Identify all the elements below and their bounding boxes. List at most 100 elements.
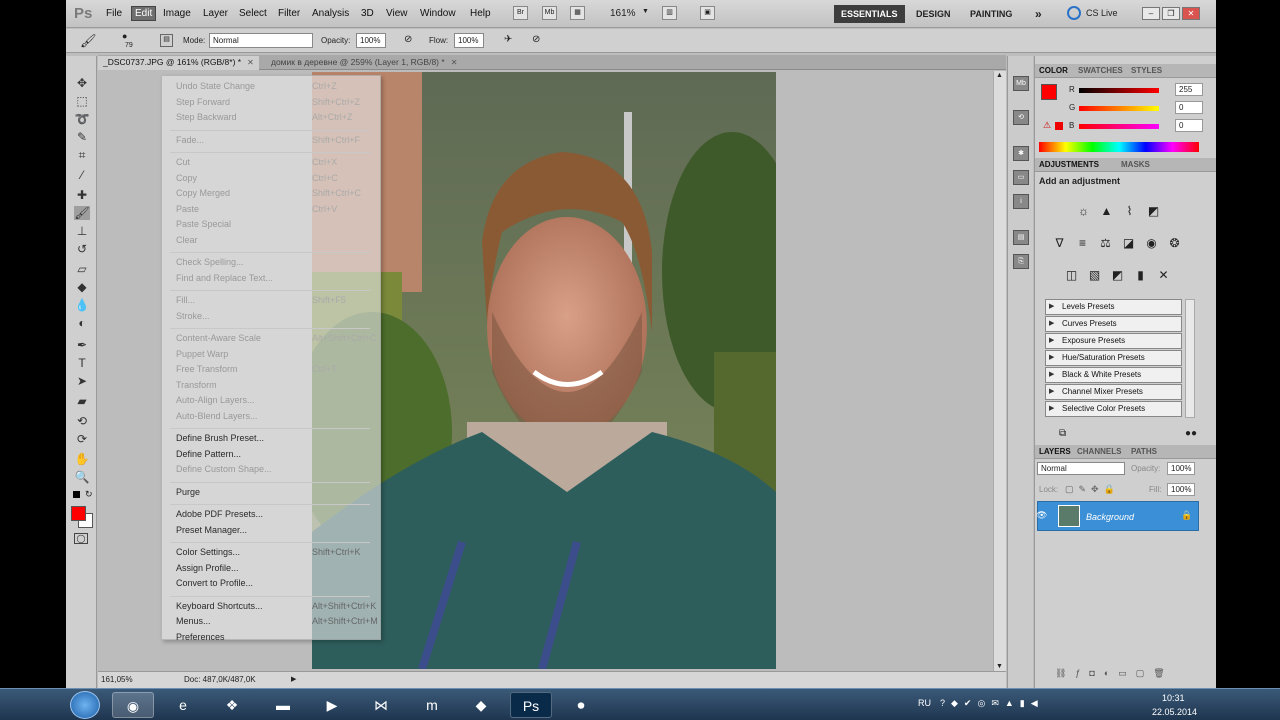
explorer-taskbar-icon[interactable]: ▬ [262, 692, 304, 718]
mini-bridge-icon[interactable]: Mb [1013, 76, 1029, 91]
actions-icon[interactable]: ✱ [1013, 146, 1029, 161]
workspace-painting[interactable]: PAINTING [963, 5, 1019, 23]
zoom-tool-icon[interactable]: 🔍 [74, 470, 90, 484]
tab-channels[interactable]: CHANNELS [1077, 447, 1121, 456]
layer-row-background[interactable]: 👁 Background 🔒 [1036, 501, 1199, 531]
brush-panel-icon[interactable]: ▤ [160, 34, 173, 47]
start-button[interactable] [70, 691, 100, 719]
clip-to-layer-icon[interactable]: ⧉ [1059, 428, 1066, 439]
edit-menu-item[interactable]: Keyboard Shortcuts... [176, 601, 263, 611]
language-indicator[interactable]: RU [918, 698, 931, 708]
menu-window[interactable]: Window [420, 8, 456, 19]
exposure-icon[interactable]: ◩ [1145, 204, 1162, 219]
edit-menu-item[interactable]: Color Settings... [176, 547, 240, 557]
mode-select[interactable]: Normal [209, 33, 313, 48]
edit-menu-item[interactable]: Define Brush Preset... [176, 433, 264, 443]
selective-color-icon[interactable]: ✕ [1155, 268, 1172, 283]
flow-input[interactable]: 100% [454, 33, 484, 48]
chrome-taskbar-icon[interactable]: ◉ [112, 692, 154, 718]
menu-image[interactable]: Image [163, 8, 191, 19]
photo-filter-icon[interactable]: ◉ [1143, 236, 1160, 251]
close-tab-icon[interactable]: ✕ [451, 58, 458, 67]
eraser-tool-icon[interactable]: ▱ [74, 262, 90, 276]
foreground-color-swatch[interactable] [1041, 84, 1057, 100]
ie-taskbar-icon[interactable]: e [162, 692, 204, 718]
edit-menu-item[interactable]: Adobe PDF Presets... [176, 509, 263, 519]
menu-analysis[interactable]: Analysis [312, 8, 349, 19]
threshold-icon[interactable]: ◩ [1109, 268, 1126, 283]
tab-styles[interactable]: STYLES [1131, 66, 1162, 75]
tab-paths[interactable]: PATHS [1131, 447, 1157, 456]
brush-tool-icon[interactable]: 🖌 [74, 206, 90, 220]
edit-menu-item[interactable]: Purge [176, 487, 200, 497]
levels-icon[interactable]: ▲ [1098, 204, 1115, 219]
tab-masks[interactable]: MASKS [1121, 160, 1150, 169]
minimize-button[interactable]: – [1142, 7, 1160, 20]
info-icon[interactable]: i [1013, 194, 1029, 209]
history-icon[interactable]: ⟲ [1013, 110, 1029, 125]
menu-3d[interactable]: 3D [361, 8, 374, 19]
restore-button[interactable]: ❐ [1162, 7, 1180, 20]
presets-scrollbar[interactable] [1185, 299, 1195, 418]
tab-color[interactable]: COLOR [1039, 66, 1068, 75]
pressure-size-icon[interactable]: ⊘ [532, 34, 540, 45]
clock-date[interactable]: 22.05.2014 [1152, 707, 1197, 717]
red-slider[interactable] [1079, 88, 1159, 93]
airbrush-icon[interactable]: ✈ [504, 34, 512, 45]
zoom-level-select[interactable]: 161% [610, 8, 636, 19]
menu-file[interactable]: File [106, 8, 122, 19]
type-tool-icon[interactable]: T [74, 356, 90, 370]
vertical-scrollbar[interactable]: ▲ ▼ [993, 71, 1006, 671]
preset-selective-color[interactable]: Selective Color Presets [1045, 401, 1182, 417]
view-extras-icon[interactable]: ▦ [570, 6, 585, 20]
brightness-contrast-icon[interactable]: ☼ [1075, 204, 1092, 219]
vibrance-icon[interactable]: ∇ [1051, 236, 1068, 251]
scroll-up-icon[interactable]: ▲ [996, 72, 1003, 79]
preset-hue-saturation[interactable]: Hue/Saturation Presets [1045, 350, 1182, 366]
crop-tool-icon[interactable]: ⌗ [74, 148, 90, 162]
gamut-color-swatch[interactable] [1055, 122, 1063, 130]
preset-black-white[interactable]: Black & White Presets [1045, 367, 1182, 383]
channel-mixer-icon[interactable]: ❂ [1166, 236, 1183, 251]
swap-colors-icon[interactable]: ↻ [85, 489, 93, 500]
screen-mode-icon[interactable]: ▣ [700, 6, 715, 20]
canvas-photo[interactable] [312, 72, 776, 669]
menu-edit[interactable]: Edit [131, 6, 157, 21]
layer-fill-input[interactable]: 100% [1167, 483, 1195, 496]
photoshop-taskbar-icon[interactable]: Ps [510, 692, 552, 718]
shape-tool-icon[interactable]: ▰ [74, 394, 90, 408]
edit-menu-item[interactable]: Define Pattern... [176, 449, 241, 459]
preset-curves[interactable]: Curves Presets [1045, 316, 1182, 332]
default-colors-icon[interactable] [73, 491, 80, 498]
brush-presets-icon[interactable]: ▤ [1013, 230, 1029, 245]
move-tool-icon[interactable]: ✥ [74, 76, 90, 90]
red-value[interactable]: 255 [1175, 83, 1203, 96]
brush-tool-icon[interactable]: 🖌 [80, 33, 97, 49]
app-taskbar-icon[interactable]: ❖ [211, 692, 253, 718]
tab-adjustments[interactable]: ADJUSTMENTS [1039, 160, 1099, 169]
tray-icons[interactable]: ?◆✔◎✉▲▮◀ [940, 698, 1044, 709]
marquee-tool-icon[interactable]: ⬚ [74, 94, 90, 108]
posterize-icon[interactable]: ▧ [1086, 268, 1103, 283]
green-slider[interactable] [1079, 106, 1159, 111]
cs-live-button[interactable]: CS Live [1086, 8, 1118, 18]
app2-taskbar-icon[interactable]: m [411, 692, 453, 718]
path-select-tool-icon[interactable]: ➤ [74, 374, 90, 388]
gradient-map-icon[interactable]: ▮ [1132, 268, 1149, 283]
tab-dsc0737[interactable]: _DSC0737.JPG @ 161% (RGB/8*) * ✕ [98, 56, 259, 70]
media-player-taskbar-icon[interactable]: ▶ [311, 692, 353, 718]
status-menu-icon[interactable]: ▶ [291, 675, 296, 683]
color-ramp[interactable] [1039, 142, 1199, 152]
bridge-icon[interactable]: Br [513, 6, 528, 20]
recorder-taskbar-icon[interactable]: ⏺ [560, 692, 602, 718]
edit-menu-item[interactable]: Convert to Profile... [176, 578, 253, 588]
paint-bucket-tool-icon[interactable]: ◆ [74, 280, 90, 294]
black-white-icon[interactable]: ◪ [1120, 236, 1137, 251]
blend-mode-select[interactable]: Normal [1037, 462, 1125, 475]
history-brush-tool-icon[interactable]: ↺ [74, 242, 90, 256]
close-button[interactable]: ✕ [1182, 7, 1200, 20]
brush-preset-picker[interactable]: ● [122, 31, 127, 41]
tab-domik[interactable]: домик в деревне @ 259% (Layer 1, RGB/8) … [266, 56, 462, 70]
visual-studio-taskbar-icon[interactable]: ⋈ [360, 692, 402, 718]
pen-tool-icon[interactable]: ✒ [74, 338, 90, 352]
